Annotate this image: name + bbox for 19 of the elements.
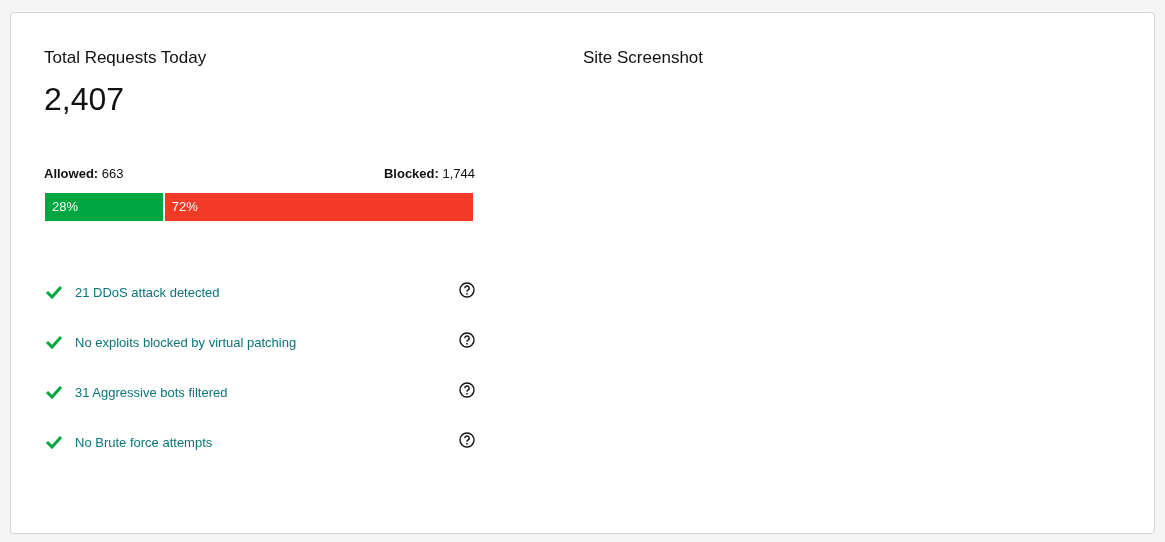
check-icon <box>45 385 63 399</box>
allowed-label: Allowed: 663 <box>44 165 124 183</box>
check-text: 21 DDoS attack detected <box>75 284 221 302</box>
help-icon[interactable] <box>459 432 475 448</box>
blocked-label: Blocked: 1,744 <box>383 165 475 183</box>
help-icon[interactable] <box>459 282 475 298</box>
allowed-fill: 28% <box>45 193 165 221</box>
total-count: 2,407 <box>44 80 126 119</box>
blocked-percent: 72% <box>171 198 198 217</box>
check-icon <box>45 435 63 449</box>
check-icon <box>45 335 63 349</box>
help-icon[interactable] <box>459 382 475 398</box>
check-text: No Brute force attempts <box>75 434 214 452</box>
section-title: Site Screenshot <box>583 47 703 69</box>
check-text: 31 Aggressive bots filtered <box>75 384 229 402</box>
check-text: No exploits blocked by virtual patching <box>75 334 298 352</box>
check-icon <box>45 285 63 299</box>
help-icon[interactable] <box>459 332 475 348</box>
section-title: Total Requests Today <box>44 47 208 69</box>
